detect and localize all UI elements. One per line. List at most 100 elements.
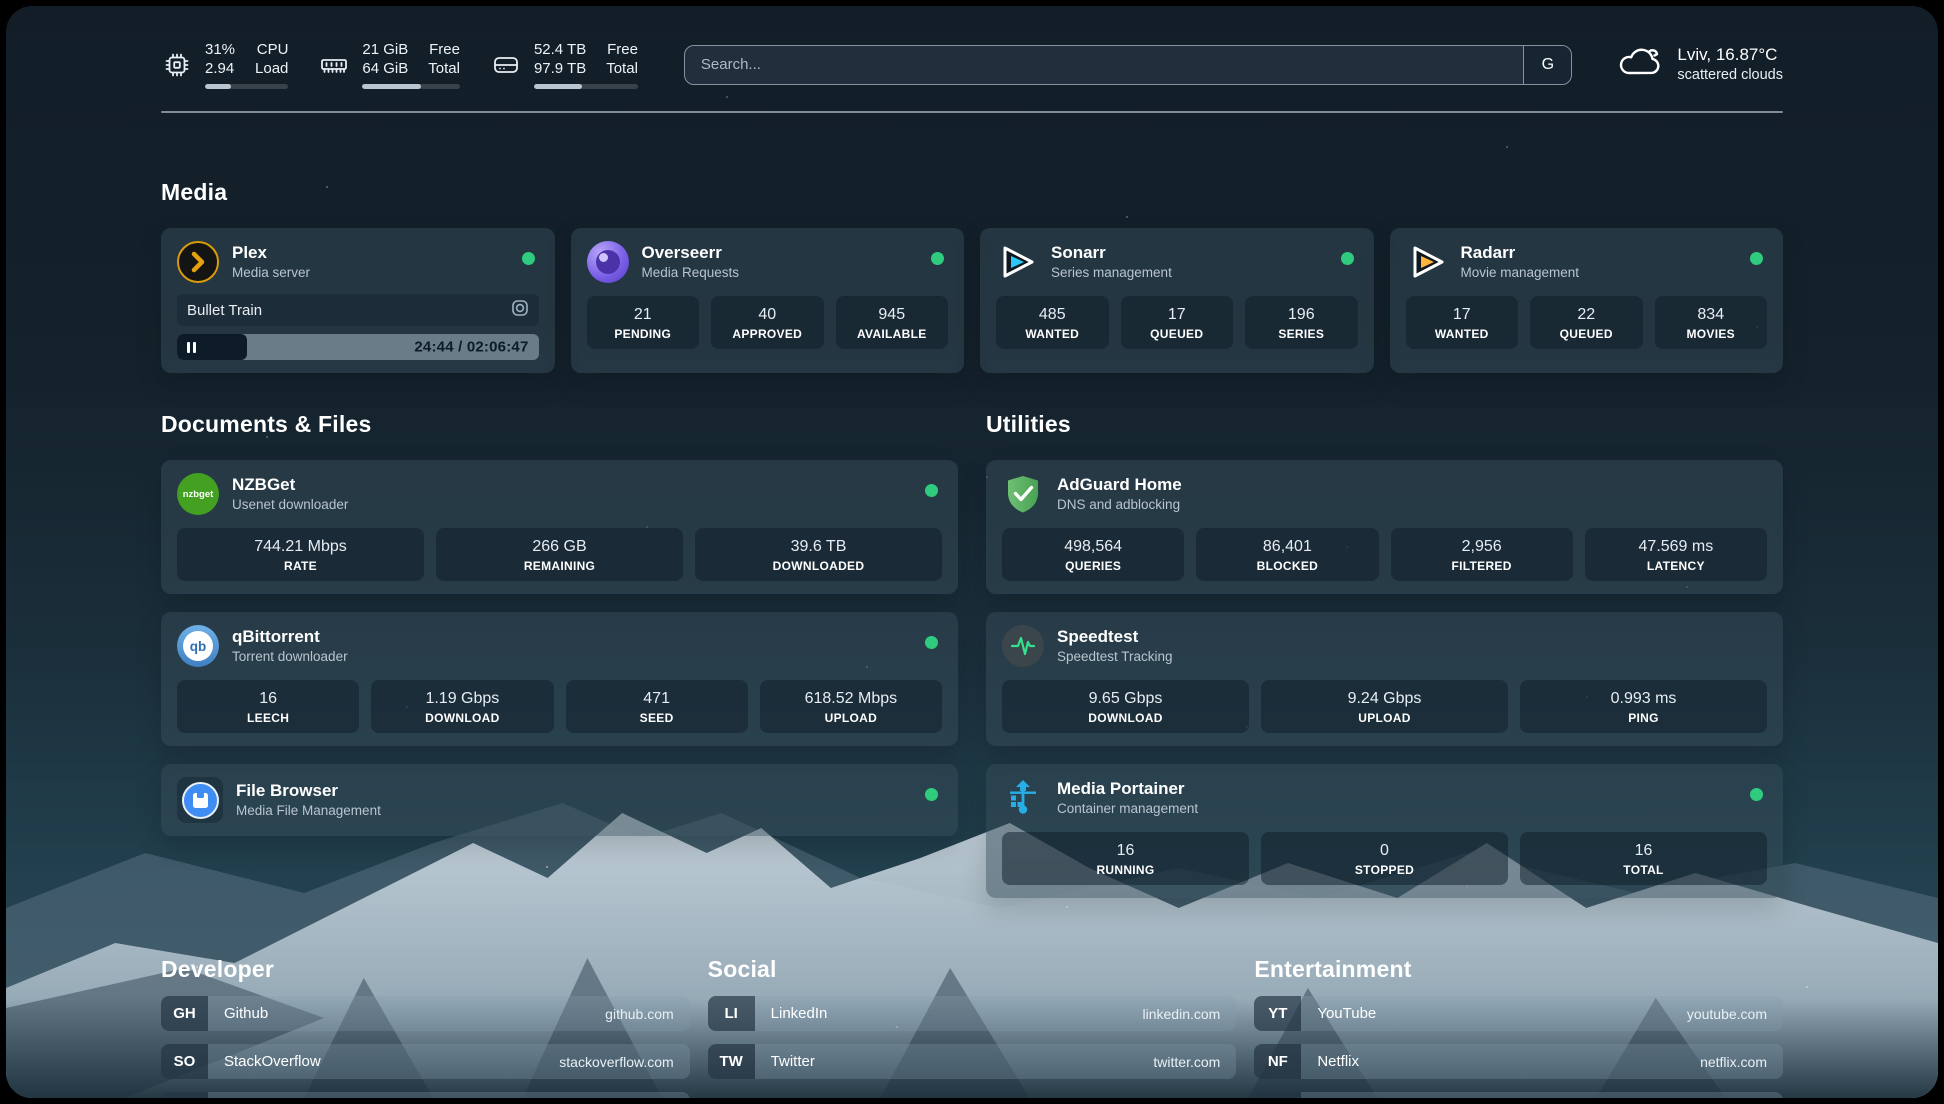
disk-stat: 52.4 TB 97.9 TB Free Total: [490, 40, 638, 89]
plex-card[interactable]: Plex Media server Bullet Train: [161, 228, 555, 373]
playback-elapsed: [177, 334, 247, 360]
weather-condition: scattered clouds: [1677, 66, 1783, 85]
speedtest-desc: Speedtest Tracking: [1057, 648, 1173, 666]
overseerr-card[interactable]: Overseerr Media Requests 21 PENDING 40 A…: [571, 228, 965, 373]
stat-tile: 47.569 ms LATENCY: [1585, 528, 1767, 581]
bookmark-name: Twitter: [755, 1044, 1154, 1079]
media-heading: Media: [161, 179, 1783, 206]
bookmark-twitter[interactable]: TW Twitter twitter.com: [708, 1044, 1237, 1079]
weather-location-temp: Lviv, 16.87°C: [1677, 44, 1783, 66]
section-developer: Developer GH Github github.com SO StackO…: [161, 956, 690, 1098]
bookmark-netflix[interactable]: NF Netflix netflix.com: [1254, 1044, 1783, 1079]
bookmark-github[interactable]: GH Github github.com: [161, 996, 690, 1031]
filebrowser-card[interactable]: File Browser Media File Management: [161, 764, 958, 836]
disk-progress-track: [534, 84, 638, 89]
adguard-title: AdGuard Home: [1057, 474, 1182, 496]
stat-tile: 266 GB REMAINING: [436, 528, 683, 581]
cpu-stat: 31% 2.94 CPU Load: [161, 40, 288, 89]
portainer-card[interactable]: Media Portainer Container management 16 …: [986, 764, 1783, 898]
radarr-card[interactable]: Radarr Movie management 17 WANTED 22 QUE…: [1390, 228, 1784, 373]
sonarr-card[interactable]: Sonarr Series management 485 WANTED 17 Q…: [980, 228, 1374, 373]
search-input[interactable]: [685, 46, 1524, 84]
stat-tile: 196 SERIES: [1245, 296, 1358, 349]
stat-tile: 86,401 BLOCKED: [1196, 528, 1378, 581]
stat-tile: 471 SEED: [566, 680, 748, 733]
bookmark-url: stackoverflow.com: [559, 1044, 689, 1079]
radarr-icon: [1406, 241, 1448, 283]
stat-tile: 498,564 QUERIES: [1002, 528, 1184, 581]
bookmark-name: StackOverflow: [208, 1044, 559, 1079]
memory-total-label: Total: [428, 59, 460, 78]
bookmark-name: LinkedIn: [755, 996, 1143, 1031]
stat-tile: 39.6 TB DOWNLOADED: [695, 528, 942, 581]
bookmark-name: Github: [208, 996, 605, 1031]
bookmark-reddit[interactable]: RE Reddit reddit.com: [1254, 1092, 1783, 1098]
overseerr-desc: Media Requests: [642, 264, 740, 282]
overseerr-icon: [587, 241, 629, 283]
bookmark-dev[interactable]: DT DEV dev.to: [161, 1092, 690, 1098]
stat-tile: 40 APPROVED: [711, 296, 824, 349]
qbittorrent-card[interactable]: qb qBittorrent Torrent downloader 16 LEE…: [161, 612, 958, 746]
section-utilities: Utilities: [986, 411, 1783, 898]
qbittorrent-icon: qb: [177, 625, 219, 667]
speedtest-card[interactable]: Speedtest Speedtest Tracking 9.65 Gbps D…: [986, 612, 1783, 746]
cpu-progress-track: [205, 84, 288, 89]
portainer-desc: Container management: [1057, 800, 1198, 818]
section-documents: Documents & Files nzbget NZBGet Usenet d…: [161, 411, 958, 836]
bookmark-url: reddit.com: [1702, 1092, 1783, 1098]
stat-tile: 945 AVAILABLE: [836, 296, 949, 349]
radarr-title: Radarr: [1461, 242, 1580, 264]
speedtest-title: Speedtest: [1057, 626, 1173, 648]
stat-tile: 16 TOTAL: [1520, 832, 1767, 885]
bookmark-abbr: TW: [708, 1044, 755, 1079]
cloud-icon: [1618, 44, 1664, 85]
social-heading: Social: [708, 956, 1237, 983]
nzbget-title: NZBGet: [232, 474, 348, 496]
playback-time: 24:44 / 02:06:47: [414, 339, 528, 356]
stat-tile: 16 LEECH: [177, 680, 359, 733]
documents-heading: Documents & Files: [161, 411, 958, 438]
radarr-status-dot: [1750, 252, 1763, 265]
adguard-desc: DNS and adblocking: [1057, 496, 1182, 514]
filebrowser-desc: Media File Management: [236, 802, 381, 820]
search-engine-button[interactable]: G: [1523, 46, 1571, 84]
bookmark-youtube[interactable]: YT YouTube youtube.com: [1254, 996, 1783, 1031]
bookmark-url: dev.to: [637, 1092, 690, 1098]
bookmark-abbr: LI: [708, 996, 755, 1031]
nzbget-card[interactable]: nzbget NZBGet Usenet downloader 744.21 M…: [161, 460, 958, 594]
section-media: Media Plex Media server: [161, 179, 1783, 373]
cpu-load-label: Load: [255, 59, 288, 78]
cpu-icon: [161, 49, 193, 81]
bookmark-stackoverflow[interactable]: SO StackOverflow stackoverflow.com: [161, 1044, 690, 1079]
bookmark-name: Netflix: [1301, 1044, 1700, 1079]
nzbget-desc: Usenet downloader: [232, 496, 348, 514]
stat-tile: 21 PENDING: [587, 296, 700, 349]
qbittorrent-desc: Torrent downloader: [232, 648, 348, 666]
bookmark-abbr: NF: [1254, 1044, 1301, 1079]
sonarr-title: Sonarr: [1051, 242, 1172, 264]
memory-free-value: 21 GiB: [362, 40, 408, 59]
stat-tile: 0.993 ms PING: [1520, 680, 1767, 733]
cpu-usage-label: CPU: [255, 40, 288, 59]
filebrowser-title: File Browser: [236, 780, 381, 802]
adguard-card[interactable]: AdGuard Home DNS and adblocking 498,564 …: [986, 460, 1783, 594]
dashboard-screen: 31% 2.94 CPU Load: [6, 6, 1938, 1098]
section-social: Social LI LinkedIn linkedin.com TW Twitt…: [708, 956, 1237, 1079]
stat-tile: 17 WANTED: [1406, 296, 1519, 349]
stat-tile: 22 QUEUED: [1530, 296, 1643, 349]
bookmark-url: github.com: [605, 996, 689, 1031]
cpu-progress-fill: [205, 84, 231, 89]
search-bar: G: [684, 45, 1573, 85]
stat-tile: 834 MOVIES: [1655, 296, 1768, 349]
bookmark-abbr: GH: [161, 996, 208, 1031]
adguard-icon: [1002, 473, 1044, 515]
bookmark-abbr: SO: [161, 1044, 208, 1079]
disk-total-value: 97.9 TB: [534, 59, 586, 78]
bookmark-url: linkedin.com: [1143, 996, 1237, 1031]
playback-progress-bar[interactable]: 24:44 / 02:06:47: [177, 334, 539, 360]
disk-free-label: Free: [606, 40, 638, 59]
section-entertainment: Entertainment YT YouTube youtube.com NF …: [1254, 956, 1783, 1098]
stat-tile: 0 STOPPED: [1261, 832, 1508, 885]
bookmark-linkedin[interactable]: LI LinkedIn linkedin.com: [708, 996, 1237, 1031]
memory-progress-fill: [362, 84, 421, 89]
